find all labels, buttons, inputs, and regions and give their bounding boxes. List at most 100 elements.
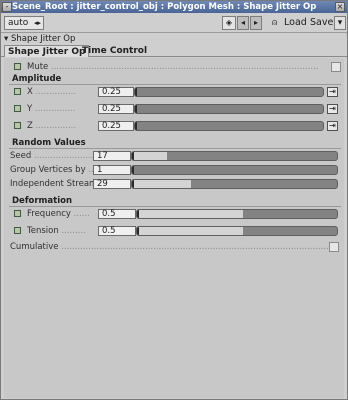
leader-dots: ......... xyxy=(58,226,86,236)
amplitude-x-row: X ............... 0.25 ⇥ xyxy=(7,86,341,98)
slider-fill xyxy=(137,210,243,218)
link-icon[interactable]: ⇥ xyxy=(327,121,338,131)
tension-row: Tension ......... 0.5 xyxy=(7,225,341,237)
group-vertices-label-wrap: Group Vertices by ... xyxy=(10,164,96,176)
link-icon[interactable]: ⇥ xyxy=(327,104,338,114)
deformation-group-title: Deformation xyxy=(12,196,73,206)
amplitude-z-row: Z ............... 0.25 ⇥ xyxy=(7,120,341,132)
leader-dots: ........................................… xyxy=(58,242,335,252)
leader-dots: ...... xyxy=(70,209,90,219)
window-close-icon[interactable]: × xyxy=(335,2,345,12)
window-title: Scene_Root : jitter_control_obj : Polygo… xyxy=(12,2,317,12)
tension-value[interactable]: 0.5 xyxy=(98,226,136,236)
frequency-label: Frequency xyxy=(27,209,71,219)
cumulative-row: Cumulative .............................… xyxy=(7,241,341,253)
slider-handle[interactable] xyxy=(132,180,134,188)
group-vertices-row: Group Vertices by ... 1 xyxy=(7,164,341,176)
auto-arrows-icon: ◂▸ xyxy=(33,19,41,27)
independent-streams-value[interactable]: 29 xyxy=(93,179,131,189)
property-header[interactable]: ▾ Shape Jitter Op xyxy=(1,34,347,44)
seed-slider[interactable] xyxy=(131,151,338,161)
amplitude-y-row: Y ............... 0.25 ⇥ xyxy=(7,103,341,115)
slider-handle[interactable] xyxy=(132,166,134,174)
cumulative-checkbox[interactable] xyxy=(329,242,339,252)
amplitude-group-title: Amplitude xyxy=(12,74,62,84)
independent-streams-label: Independent Streams xyxy=(10,179,102,189)
link-icon[interactable]: ⇥ xyxy=(327,87,338,97)
leader-dots: ............... xyxy=(32,121,77,131)
lock-selection-icon[interactable]: ◈ xyxy=(222,16,236,30)
slider-handle[interactable] xyxy=(135,122,137,130)
seed-label-wrap: Seed ...................... xyxy=(10,150,93,162)
tab-shape-jitter-op[interactable]: Shape Jitter Op xyxy=(4,45,90,57)
random-values-group-title: Random Values xyxy=(12,138,86,148)
amplitude-y-value[interactable]: 0.25 xyxy=(98,104,134,114)
group-divider xyxy=(9,84,341,85)
frequency-slider[interactable] xyxy=(136,209,338,219)
save-button[interactable]: Save xyxy=(310,16,333,30)
slider-fill xyxy=(132,180,192,188)
mute-label-wrap: Mute ...................................… xyxy=(27,61,319,73)
group-divider xyxy=(9,148,341,149)
slider-handle[interactable] xyxy=(135,105,137,113)
tension-label: Tension xyxy=(27,226,59,236)
animation-marker-icon[interactable] xyxy=(14,105,21,112)
window-menu-icon[interactable]: - xyxy=(2,2,12,12)
seed-row: Seed ...................... 17 xyxy=(7,150,341,162)
leader-dots: ............... xyxy=(32,104,76,114)
slider-handle[interactable] xyxy=(132,152,134,160)
slider-handle[interactable] xyxy=(137,227,139,235)
animation-marker-icon[interactable] xyxy=(14,227,21,234)
leader-dots: ............... xyxy=(32,87,77,97)
tension-slider[interactable] xyxy=(136,226,338,236)
frequency-value[interactable]: 0.5 xyxy=(98,209,136,219)
slider-fill xyxy=(132,152,167,160)
property-header-label: Shape Jitter Op xyxy=(10,34,76,44)
collapse-arrow-icon: ▾ xyxy=(4,34,9,44)
parameters-panel: Mute ...................................… xyxy=(4,58,344,398)
amplitude-z-value[interactable]: 0.25 xyxy=(98,121,134,131)
prev-arrow-icon[interactable]: ◂ xyxy=(237,16,249,30)
load-button[interactable]: Load xyxy=(284,16,308,30)
mute-label: Mute xyxy=(27,62,49,72)
independent-streams-row: Independent Streams 29 xyxy=(7,178,341,190)
mute-checkbox[interactable] xyxy=(331,62,341,72)
property-editor-window: Scene_Root : jitter_control_obj : Polygo… xyxy=(0,0,348,400)
slider-handle[interactable] xyxy=(135,88,137,96)
options-icon[interactable]: ▾ xyxy=(334,16,346,30)
group-vertices-value[interactable]: 1 xyxy=(93,165,131,175)
amplitude-y-slider[interactable] xyxy=(134,104,324,114)
frequency-label-wrap: Frequency ...... xyxy=(27,208,90,220)
frequency-row: Frequency ...... 0.5 xyxy=(7,208,341,220)
amplitude-x-slider[interactable] xyxy=(134,87,324,97)
seed-label: Seed xyxy=(10,151,32,161)
amplitude-z-slider[interactable] xyxy=(134,121,324,131)
title-bar: Scene_Root : jitter_control_obj : Polygo… xyxy=(1,1,347,13)
group-vertices-slider[interactable] xyxy=(131,165,338,175)
tension-label-wrap: Tension ......... xyxy=(27,225,86,237)
next-arrow-icon[interactable]: ▸ xyxy=(250,16,262,30)
animation-marker-icon[interactable] xyxy=(14,122,21,129)
amplitude-z-label-wrap: Z ............... xyxy=(27,120,76,132)
amplitude-x-label-wrap: X ............... xyxy=(27,86,76,98)
slider-handle[interactable] xyxy=(137,210,139,218)
tab-time-control[interactable]: Time Control xyxy=(79,45,150,57)
independent-streams-label-wrap: Independent Streams xyxy=(10,178,102,190)
seed-value[interactable]: 17 xyxy=(93,151,131,161)
slider-fill xyxy=(137,227,243,235)
auto-selector[interactable]: auto ◂▸ xyxy=(4,16,44,30)
group-divider xyxy=(9,206,341,207)
toolbar: auto ◂▸ ◈ ◂ ▸ ⍝ Load Save ▾ xyxy=(1,13,347,33)
animation-marker-icon[interactable] xyxy=(14,63,21,70)
independent-streams-slider[interactable] xyxy=(131,179,338,189)
amplitude-x-value[interactable]: 0.25 xyxy=(98,87,134,97)
padlock-icon[interactable]: ⍝ xyxy=(272,16,283,30)
amplitude-y-label-wrap: Y ............... xyxy=(27,103,75,115)
mute-row: Mute ...................................… xyxy=(7,61,341,73)
animation-marker-icon[interactable] xyxy=(14,88,21,95)
animation-marker-icon[interactable] xyxy=(14,210,21,217)
leader-dots: ........................................… xyxy=(51,62,319,72)
cumulative-label: Cumulative xyxy=(10,242,59,252)
auto-label: auto xyxy=(8,18,29,28)
cumulative-label-wrap: Cumulative .............................… xyxy=(10,241,334,253)
